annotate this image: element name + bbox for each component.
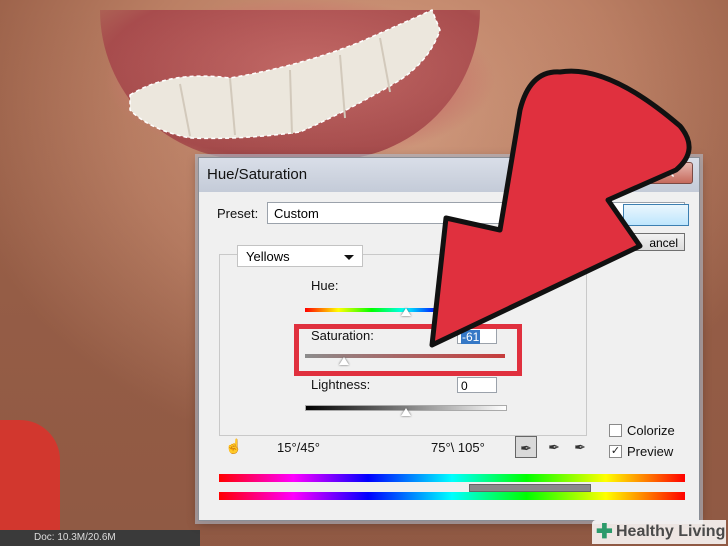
range-left-value: 15°/45° (277, 440, 320, 455)
range-right-value: 75°\ 105° (431, 440, 485, 455)
teeth-marquee (129, 8, 441, 140)
highlight-box (294, 324, 522, 376)
hue-thumb[interactable] (401, 308, 411, 316)
color-spectrum-top (219, 474, 685, 482)
eyedropper-plus-icon[interactable]: ✒ (543, 436, 565, 458)
hand-tool-icon[interactable]: ☝ (225, 438, 242, 455)
status-bar: Doc: 10.3M/20.6M (0, 530, 200, 546)
eyedropper-minus-icon[interactable]: ✒ (569, 436, 591, 458)
preview-checkbox[interactable]: ✓ (609, 445, 622, 458)
range-bar[interactable] (469, 484, 591, 492)
colorize-label: Colorize (627, 423, 675, 438)
eyedropper-icon[interactable]: ✒ (515, 436, 537, 458)
channel-value: Yellows (246, 249, 290, 264)
watermark-text: Healthy Living (616, 523, 726, 540)
lightness-label: Lightness: (311, 377, 371, 392)
close-button[interactable]: ✕ (647, 162, 693, 184)
plus-icon: ✚ (596, 521, 613, 543)
lightness-thumb[interactable] (401, 408, 411, 416)
color-spectrum-bottom (219, 492, 685, 500)
ok-button[interactable] (623, 204, 689, 226)
lightness-input[interactable]: 0 (457, 377, 497, 393)
colorize-checkbox[interactable] (609, 424, 622, 437)
chevron-down-icon (344, 255, 354, 260)
dialog-title: Hue/Saturation (207, 166, 308, 183)
cancel-button[interactable]: ancel (623, 233, 685, 251)
title-bar[interactable]: Hue/Saturation ✕ (199, 158, 699, 192)
watermark: ✚ Healthy Living (592, 520, 726, 544)
preview-label: Preview (627, 444, 674, 459)
hue-saturation-dialog: Hue/Saturation ✕ Preset: Custom ancel Ye… (198, 157, 700, 521)
hue-label: Hue: (311, 278, 339, 293)
preset-label: Preset: (217, 206, 259, 221)
shirt (0, 420, 60, 546)
channel-select[interactable]: Yellows (237, 245, 363, 267)
